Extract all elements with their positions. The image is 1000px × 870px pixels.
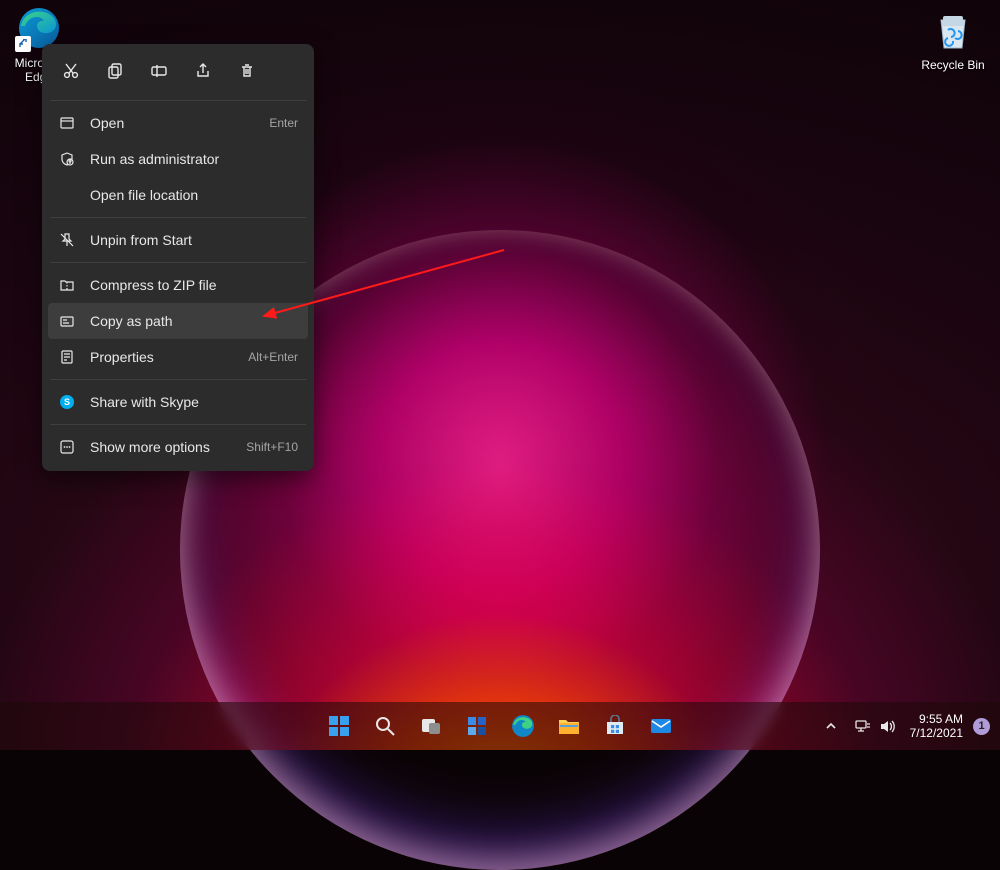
open-icon [58,114,76,132]
menu-item-open-file-location[interactable]: Open file location [48,177,308,213]
menu-item-label: Copy as path [90,313,298,329]
edge-icon [511,714,535,738]
menu-item-show-more-options[interactable]: Show more options Shift+F10 [48,429,308,465]
clock[interactable]: 9:55 AM 7/12/2021 [910,712,963,741]
tray-chevron-button[interactable] [818,706,844,746]
menu-item-open[interactable]: Open Enter [48,105,308,141]
rename-button[interactable] [142,56,176,86]
rename-icon [150,62,168,80]
menu-item-compress-to-zip-file[interactable]: Compress to ZIP file [48,267,308,303]
menu-item-label: Properties [90,349,234,365]
menu-item-run-as-administrator[interactable]: Run as administrator [48,141,308,177]
tray-icons[interactable] [854,718,896,735]
windows-icon [328,715,350,737]
copy-button[interactable] [98,56,132,86]
store-button[interactable] [595,706,635,746]
menu-item-label: Unpin from Start [90,232,298,248]
context-menu-iconbar [48,50,308,96]
widgets-icon [466,715,488,737]
taskbar-right: 9:55 AM 7/12/2021 1 [818,706,990,746]
skype-icon: S [58,393,76,411]
properties-icon [58,348,76,366]
search-button[interactable] [365,706,405,746]
notification-badge[interactable]: 1 [973,718,990,735]
taskview-button[interactable] [411,706,451,746]
chevron-up-icon [824,719,838,733]
date-text: 7/12/2021 [910,726,963,740]
separator [50,379,306,380]
edge-taskbar-button[interactable] [503,706,543,746]
cut-button[interactable] [54,56,88,86]
delete-button[interactable] [230,56,264,86]
separator [50,262,306,263]
menu-item-label: Compress to ZIP file [90,277,298,293]
recycle-bin-icon [931,8,975,52]
volume-icon [879,718,896,735]
menu-item-unpin-from-start[interactable]: Unpin from Start [48,222,308,258]
cut-icon [62,62,80,80]
folder-icon [557,714,581,738]
notification-count: 1 [978,720,984,732]
menu-item-copy-as-path[interactable]: Copy as path [48,303,308,339]
desktop-icon-label: Recycle Bin [914,58,992,72]
widgets-button[interactable] [457,706,497,746]
menu-item-properties[interactable]: Properties Alt+Enter [48,339,308,375]
blank-icon [58,186,76,204]
share-icon [194,62,212,80]
store-icon [604,715,626,737]
copy-icon [106,62,124,80]
menu-item-label: Run as administrator [90,151,298,167]
search-icon [374,715,396,737]
copypath-icon [58,312,76,330]
mail-button[interactable] [641,706,681,746]
menu-item-hotkey: Enter [269,116,298,130]
desktop-icon-recycle[interactable]: Recycle Bin [914,6,992,72]
taskbar-center [319,706,681,746]
menu-item-label: Open [90,115,255,131]
more-icon [58,438,76,456]
svg-text:S: S [64,397,70,407]
time-text: 9:55 AM [910,712,963,726]
menu-item-hotkey: Alt+Enter [248,350,298,364]
separator [50,424,306,425]
shortcut-overlay-icon [15,36,31,52]
explorer-button[interactable] [549,706,589,746]
taskview-icon [420,715,442,737]
start-button[interactable] [319,706,359,746]
menu-item-share-with-skype[interactable]: S Share with Skype [48,384,308,420]
menu-item-label: Share with Skype [90,394,298,410]
separator [50,217,306,218]
taskbar: 9:55 AM 7/12/2021 1 [0,702,1000,750]
zip-icon [58,276,76,294]
network-icon [854,718,871,735]
delete-icon [238,62,256,80]
mail-icon [649,714,673,738]
unpin-icon [58,231,76,249]
admin-icon [58,150,76,168]
separator [50,100,306,101]
share-button[interactable] [186,56,220,86]
context-menu: Open Enter Run as administrator Open file l… [42,44,314,471]
menu-item-hotkey: Shift+F10 [246,440,298,454]
menu-item-label: Show more options [90,439,232,455]
menu-item-label: Open file location [90,187,298,203]
